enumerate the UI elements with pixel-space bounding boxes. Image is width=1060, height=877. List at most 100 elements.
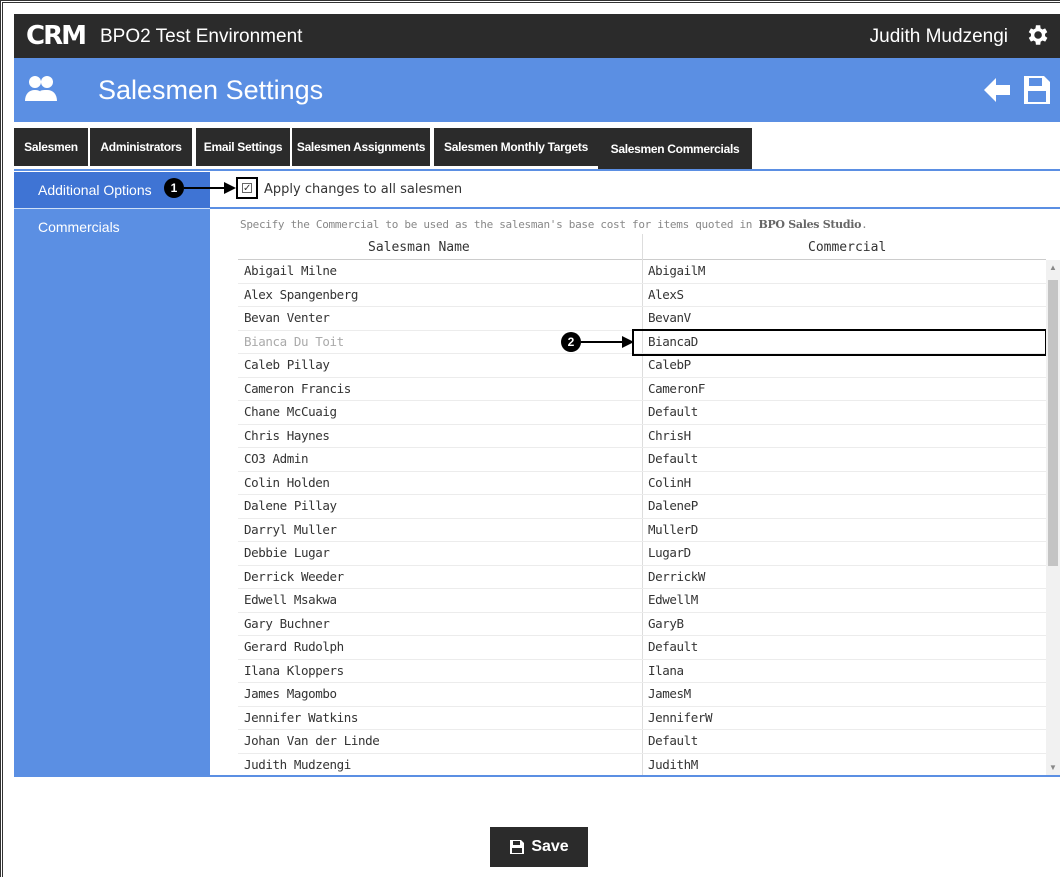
salesman-name-cell: Colin Holden [244,474,330,490]
column-header-salesman: Salesman Name [368,240,470,255]
commercial-cell[interactable]: DerrickW [648,569,705,584]
scroll-thumb[interactable] [1048,280,1058,566]
commercial-cell[interactable]: ChrisH [648,428,691,443]
sidebar-item-commercials[interactable]: Commercials [14,209,210,245]
salesman-name-cell: Caleb Pillay [244,357,330,372]
table-row[interactable]: Cameron Francis CameronF [238,378,1046,401]
scroll-down-icon[interactable]: ▼ [1049,764,1057,772]
tab-salesmen[interactable]: Salesmen [14,128,88,166]
commercial-cell[interactable]: MullerD [648,522,698,537]
arrowhead-icon [622,336,634,348]
tab-salesmen-assignments[interactable]: Salesmen Assignments [292,128,430,166]
commercial-cell[interactable]: JenniferW [648,710,713,725]
commercial-cell[interactable]: DaleneP [648,498,698,513]
commercials-description: Specify the Commercial to be used as the… [240,218,868,231]
table-row[interactable]: Debbie Lugar LugarD [238,542,1046,566]
commercial-cell[interactable]: Default [648,733,698,748]
column-header-commercial: Commercial [808,240,887,255]
tab-email-settings[interactable]: Email Settings [196,128,290,166]
arrowhead-icon [224,182,236,194]
table-row[interactable]: CO3 Admin Default [238,448,1046,472]
tab-salesmen-commercials[interactable]: Salesmen Commercials [598,128,752,170]
save-button-label: Save [531,838,569,855]
table-row[interactable]: Jennifer Watkins JenniferW [238,707,1046,730]
table-row[interactable]: Gary Buchner GaryB [238,613,1046,636]
table-row[interactable]: Gerard Rudolph Default [238,636,1046,660]
table-row[interactable]: Johan Van der Linde Default [238,730,1046,754]
crm-logo: CRM [26,21,87,51]
tabs-divider [14,169,1060,171]
table-row[interactable]: Edwell Msakwa EdwellM [238,589,1046,613]
salesman-name-cell: Chris Haynes [244,427,330,443]
commercial-cell[interactable]: Ilana [648,663,684,678]
sidebar-item-label: Commercials [38,219,120,235]
commercial-cell[interactable]: GaryB [648,616,684,631]
salesman-name-cell: Cameron Francis [244,380,351,396]
users-icon [25,76,57,101]
table-row[interactable]: Colin Holden ColinH [238,472,1046,495]
salesman-name-cell: Debbie Lugar [244,545,330,560]
page-header: Salesmen Settings [14,58,1060,122]
commercial-cell[interactable]: ColinH [648,475,691,490]
commercial-cell[interactable]: CalebP [648,357,691,372]
commercial-cell[interactable]: BevanV [648,310,691,325]
commercial-cell[interactable]: Default [648,451,698,466]
commercial-cell[interactable]: EdwellM [648,592,698,607]
save-icon[interactable] [1022,74,1052,106]
highlight-box [632,329,1047,356]
commercial-cell[interactable]: Default [648,404,698,419]
salesman-name-cell: Derrick Weeder [244,568,344,584]
salesman-name-cell: Dalene Pillay [244,498,337,513]
product-name: BPO Sales Studio [758,218,862,231]
salesman-name-cell: Judith Mudzengi [244,756,351,772]
table-row[interactable]: Darryl Muller MullerD [238,519,1046,542]
table-row[interactable]: Chane McCuaig Default [238,401,1046,425]
salesman-name-cell: Jennifer Watkins [244,709,359,725]
checkmark-icon: ✓ [242,183,252,194]
options-divider [210,207,1060,209]
salesman-name-cell: Ilana Kloppers [244,662,344,678]
table-row[interactable]: Derrick Weeder DerrickW [238,566,1046,589]
table-row[interactable]: Chris Haynes ChrisH [238,425,1046,448]
table-row[interactable]: James Magombo JamesM [238,683,1046,707]
salesman-name-cell: CO3 Admin [244,451,309,466]
commercial-cell[interactable]: LugarD [648,545,691,560]
salesman-name-cell: Gary Buchner [244,615,330,631]
table-row[interactable]: Judith Mudzengi JudithM [238,754,1046,777]
table-row[interactable]: Ilana Kloppers Ilana [238,660,1046,683]
apply-all-checkbox[interactable]: ✓ [236,177,258,199]
tab-salesmen-monthly-targets[interactable]: Salesmen Monthly Targets [434,128,598,166]
table-row[interactable]: Bevan Venter BevanV [238,307,1046,331]
commercial-cell[interactable]: CameronF [648,381,705,396]
save-icon [510,840,525,854]
page-title: Salesmen Settings [98,75,324,105]
tab-administrators[interactable]: Administrators [90,128,192,166]
salesman-name-cell: Johan Van der Linde [244,733,380,748]
salesman-name-cell: Bevan Venter [244,310,330,325]
table-row[interactable]: Abigail Milne AbigailM [238,260,1046,284]
callout-badge-1: 1 [164,178,184,198]
table-row[interactable]: Dalene Pillay DaleneP [238,495,1046,519]
table-row[interactable]: Caleb Pillay CalebP [238,354,1046,378]
callout-arrow-2 [581,341,625,343]
back-arrow-icon[interactable] [982,76,1012,104]
commercial-cell[interactable]: Default [648,639,698,654]
scroll-up-icon[interactable]: ▲ [1049,264,1057,272]
commercial-cell[interactable]: AbigailM [648,263,705,278]
gear-icon[interactable] [1024,22,1050,48]
commercial-cell[interactable]: AlexS [648,287,684,302]
table-scrollbar[interactable]: ▲ ▼ [1046,260,1060,776]
salesman-name-cell: Bianca Du Toit [244,333,344,349]
salesman-name-cell: James Magombo [244,686,337,701]
salesman-name-cell: Gerard Rudolph [244,639,344,654]
salesman-name-cell: Alex Spangenberg [244,286,359,302]
salesman-name-cell: Edwell Msakwa [244,592,337,607]
save-button[interactable]: Save [490,827,588,867]
commercial-cell[interactable]: JudithM [648,757,698,772]
salesman-name-cell: Abigail Milne [244,263,337,278]
sidebar-item-label: Additional Options [38,182,152,198]
commercial-cell[interactable]: JamesM [648,686,691,701]
user-name[interactable]: Judith Mudzengi [870,26,1008,48]
table-row[interactable]: Alex Spangenberg AlexS [238,284,1046,307]
callout-arrow-1 [184,187,228,189]
